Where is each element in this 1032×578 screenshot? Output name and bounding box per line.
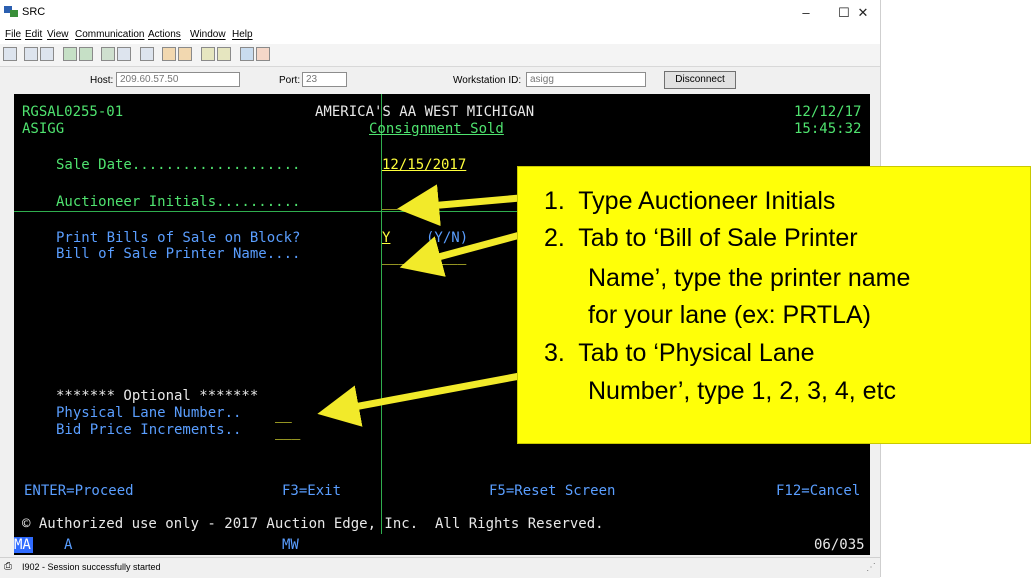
resize-grip-icon[interactable]: ⋰ [866,562,876,573]
port-field[interactable]: 23 [302,72,347,87]
workstation-label: Workstation ID: [453,75,522,86]
title-bar: SRC – ☐ ✕ [0,0,880,26]
host-field[interactable]: 209.60.57.50 [116,72,240,87]
play-macro-icon[interactable] [178,47,192,61]
menu-help[interactable]: Help [232,29,253,40]
menu-view[interactable]: View [47,29,69,40]
workstation-field[interactable]: asigg [526,72,646,87]
menu-file[interactable]: File [5,29,21,40]
host-label: Host: [90,75,114,86]
status-mw: MW [282,537,299,553]
minimize-button[interactable]: – [788,2,824,24]
status-icon: ⎙ [4,561,12,572]
user-id: ASIGG [22,121,65,137]
status-message: I902 - Session successfully started [22,562,161,572]
terminal-status-row: MA A MW 06/035 [14,534,870,555]
app-icon [4,6,18,17]
status-bar: ⎙ I902 - Session successfully started ⋰ [0,557,880,578]
print-bills-label: Print Bills of Sale on Block? [56,230,301,246]
print-bills-hint: (Y/N) [426,230,469,246]
menu-bar: File Edit View Communication Actions Win… [0,26,880,44]
display-icon[interactable] [117,47,131,61]
print-screen-icon[interactable] [3,47,17,61]
screen-time: 15:45:32 [794,121,862,137]
fkey-f12[interactable]: F12=Cancel [776,483,860,499]
menu-actions[interactable]: Actions [148,29,181,40]
auctioneer-label: Auctioneer Initials.......... [56,194,301,210]
step-2-line-3: for your lane (ex: PRTLA) [588,301,871,329]
program-id: RGSAL0255-01 [22,104,124,120]
menu-window[interactable]: Window [190,29,226,40]
status-ma: MA [14,537,33,553]
bid-increments-field[interactable]: ___ [275,424,300,440]
edit-pencil-icon[interactable] [256,47,270,61]
receive-file-icon[interactable] [79,47,93,61]
company-name: AMERICA'S AA WEST MICHIGAN [315,104,535,120]
cursor-position: 06/035 [814,537,865,553]
menu-communication[interactable]: Communication [75,29,144,40]
window-title: SRC [22,6,46,18]
step-3-line-1: 3. Tab to ‘Physical Lane [544,339,815,367]
step-3-line-2: Number’, type 1, 2, 3, 4, etc [588,377,897,405]
instruction-callout: 1. Type Auctioneer Initials 2. Tab to ‘B… [517,166,1031,444]
macro-icon[interactable] [140,47,154,61]
step-2-line-2: Name’, type the printer name [588,264,911,292]
status-a: A [64,537,73,553]
copyright-text: © Authorized use only - 2017 Auction Edg… [22,516,604,532]
close-button[interactable]: ✕ [846,2,880,24]
transfer-up-icon[interactable] [201,47,215,61]
fkey-f3[interactable]: F3=Exit [282,483,341,499]
menu-edit[interactable]: Edit [25,29,42,40]
port-label: Port: [279,75,301,86]
toolbar [0,44,880,67]
sale-date-field[interactable]: 12/15/2017 [382,157,466,173]
bid-increments-label: Bid Price Increments.. [56,422,242,438]
print-bills-field[interactable]: Y [382,230,390,246]
screen-title: Consignment Sold [369,121,504,137]
auctioneer-initials-field[interactable]: __ [382,194,399,210]
optional-header: ******* Optional ******* [56,388,259,404]
fkey-f5[interactable]: F5=Reset Screen [489,483,615,499]
sale-date-label: Sale Date.................... [56,157,301,173]
disconnect-button[interactable]: Disconnect [664,71,736,89]
printer-name-field[interactable]: __________ [382,249,466,265]
lane-number-label: Physical Lane Number.. [56,405,242,421]
send-file-icon[interactable] [63,47,77,61]
screen-date: 12/12/17 [794,104,862,120]
step-1: 1. Type Auctioneer Initials [544,187,836,215]
transfer-down-icon[interactable] [217,47,231,61]
connection-bar: Host: 209.60.57.50 Port: 23 Workstation … [0,67,880,93]
printer-name-label: Bill of Sale Printer Name.... [56,246,301,262]
record-macro-icon[interactable] [162,47,176,61]
fkey-enter[interactable]: ENTER=Proceed [24,483,134,499]
paste-icon[interactable] [40,47,54,61]
globe-icon[interactable] [240,47,254,61]
keypad-icon[interactable] [101,47,115,61]
copy-icon[interactable] [24,47,38,61]
step-2-line-1: 2. Tab to ‘Bill of Sale Printer [544,224,858,252]
lane-number-field[interactable]: __ [275,407,292,423]
